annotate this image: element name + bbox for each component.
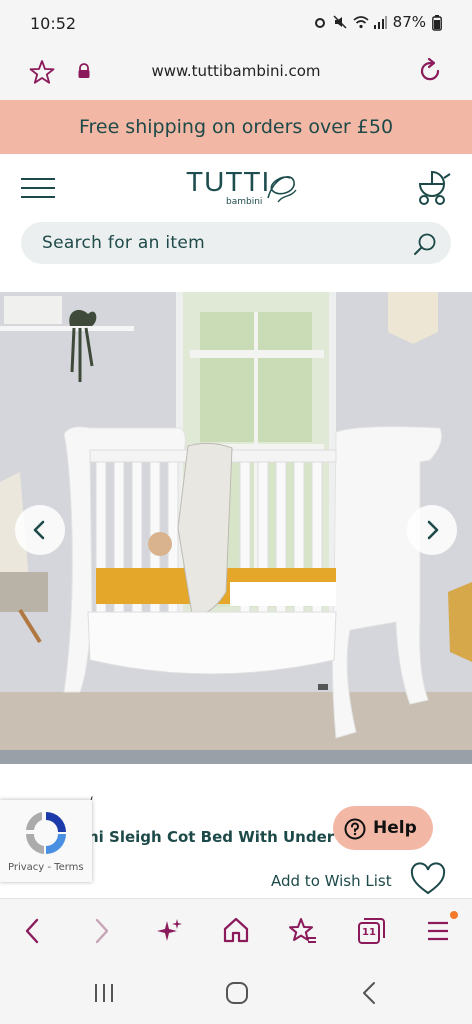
logo-swirl-icon [264, 168, 300, 206]
tabs-count: 11 [362, 927, 376, 938]
help-question-icon [344, 818, 366, 840]
site-logo-sub: bambini [226, 197, 263, 207]
battery-icon [432, 15, 446, 31]
search-input[interactable]: Search for an item [42, 233, 205, 253]
alarm-icon [313, 15, 327, 29]
search-icon[interactable] [413, 232, 437, 256]
home-button-icon[interactable] [225, 981, 249, 1005]
site-logo[interactable]: TUTTI [186, 166, 270, 198]
wifi-icon [353, 15, 369, 29]
recent-apps-icon[interactable] [92, 982, 116, 1004]
promo-banner: Free shipping on orders over £50 [0, 100, 472, 154]
sparkle-assistant-icon[interactable] [155, 917, 183, 945]
back-arrow-icon[interactable] [20, 917, 44, 945]
status-bar: 10:52 87% [0, 0, 472, 46]
carousel-prev-button[interactable] [15, 505, 65, 555]
status-time: 10:52 [30, 14, 77, 33]
add-to-wishlist-link[interactable]: Add to Wish List [271, 872, 392, 890]
forward-arrow-icon[interactable] [90, 917, 114, 945]
recaptcha-privacy-terms[interactable]: Privacy - Terms [8, 862, 84, 873]
status-icons: 87% [313, 13, 446, 31]
product-hero-image[interactable] [0, 292, 472, 764]
home-icon[interactable] [222, 916, 250, 944]
battery-percent: 87% [392, 13, 426, 31]
recaptcha-logo-icon [20, 808, 72, 858]
heart-icon[interactable] [410, 862, 446, 896]
carousel-next-button[interactable] [407, 505, 457, 555]
tabs-icon[interactable]: 11 [356, 916, 386, 946]
browser-toolbar: 11 [0, 898, 472, 963]
system-navigation-bar [0, 962, 472, 1024]
product-title: ni Sleigh Cot Bed With Under Be [88, 828, 361, 846]
browser-url-bar: www.tuttibambini.com [0, 46, 472, 100]
help-label[interactable]: Help [373, 818, 417, 838]
pram-cart-icon[interactable] [414, 170, 452, 206]
mute-icon [333, 15, 347, 29]
bookmarks-star-icon[interactable] [288, 916, 318, 946]
reload-icon[interactable] [416, 57, 444, 85]
browser-menu-icon[interactable] [426, 918, 452, 944]
menu-hamburger-icon[interactable] [20, 177, 56, 199]
menu-notification-dot [450, 911, 458, 919]
system-back-icon[interactable] [358, 981, 382, 1005]
signal-icon [373, 15, 387, 29]
url-text[interactable]: www.tuttibambini.com [0, 62, 472, 80]
